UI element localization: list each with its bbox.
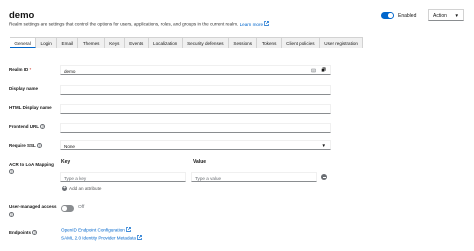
realm-enabled-toggle[interactable]	[381, 12, 394, 19]
description-text: Realm settings are settings that control…	[9, 21, 239, 27]
learn-more-label: Learn more	[239, 21, 264, 27]
acr-value-input[interactable]: Type a value	[191, 172, 317, 182]
acr-key-input[interactable]: Type a key	[60, 172, 186, 182]
action-label: Action	[433, 13, 447, 19]
frontend-url-input[interactable]	[60, 123, 331, 133]
page-description: Realm settings are settings that control…	[9, 21, 269, 27]
tab-user-registration[interactable]: User registration	[319, 37, 364, 48]
tab-email[interactable]: Email	[57, 37, 79, 48]
uma-help-wrapper: ?	[9, 212, 14, 217]
require-ssl-label: Require SSL ?	[9, 143, 42, 148]
tab-localization[interactable]: Localization	[148, 37, 183, 48]
toggle-knob	[388, 13, 393, 18]
user-managed-access-state: Off	[78, 205, 85, 210]
help-icon[interactable]: ?	[32, 230, 38, 235]
frontend-url-label-text: Frontend URL	[9, 124, 39, 129]
tab-login[interactable]: Login	[36, 37, 58, 48]
external-link-icon	[137, 235, 142, 240]
realm-id-value: demo	[64, 68, 76, 74]
openid-endpoint-link[interactable]: OpenID Endpoint Configuration	[61, 227, 131, 233]
learn-more-link[interactable]: Learn more	[239, 21, 270, 27]
tab-themes[interactable]: Themes	[78, 37, 105, 48]
endpoints-label: Endpoints ?	[9, 230, 38, 235]
toggle-knob	[62, 206, 67, 211]
user-managed-access-label: User-managed access	[9, 204, 57, 209]
saml-metadata-label: SAML 2.0 Identity Provider Metadata	[61, 235, 136, 241]
action-dropdown[interactable]: Action ▼	[428, 9, 464, 21]
copy-icon[interactable]	[321, 67, 326, 72]
plus-circle-icon: +	[62, 185, 67, 191]
help-icon[interactable]: ?	[9, 212, 14, 217]
value-placeholder: Type a value	[195, 175, 222, 181]
acr-help-wrapper: ?	[9, 169, 14, 174]
keyboard-icon	[311, 68, 316, 73]
add-attribute-label: Add an attribute	[69, 186, 102, 191]
display-name-input[interactable]	[60, 85, 331, 95]
key-column-header: Key	[61, 159, 71, 165]
value-column-header: Value	[193, 159, 207, 165]
acr-mapping-label: ACR to LoA Mapping	[9, 162, 54, 167]
tab-security-defenses[interactable]: Security defenses	[182, 37, 229, 48]
add-attribute-button[interactable]: + Add an attribute	[62, 186, 101, 191]
endpoints-label-text: Endpoints	[9, 230, 31, 235]
required-marker: *	[29, 67, 32, 72]
page-title: demo	[9, 10, 35, 21]
realm-id-label: Realm ID *	[9, 67, 31, 72]
tab-sessions[interactable]: Sessions	[229, 37, 258, 48]
openid-endpoint-label: OpenID Endpoint Configuration	[61, 227, 125, 233]
frontend-url-label: Frontend URL ?	[9, 124, 46, 129]
chevron-down-icon: ▼	[321, 143, 326, 148]
display-name-label: Display name	[9, 86, 39, 91]
realm-id-input[interactable]: demo	[60, 65, 331, 75]
key-placeholder: Type a key	[64, 175, 87, 181]
html-display-name-label: HTML Display name	[9, 105, 52, 110]
help-icon[interactable]: ?	[36, 143, 42, 148]
saml-metadata-link[interactable]: SAML 2.0 Identity Provider Metadata	[61, 235, 142, 241]
require-ssl-select[interactable]: None ▼	[60, 140, 331, 150]
html-display-name-input[interactable]	[60, 104, 331, 114]
tab-tokens[interactable]: Tokens	[257, 37, 282, 48]
realm-settings-tabs: General Login Email Themes Keys Events L…	[10, 37, 364, 48]
require-ssl-label-text: Require SSL	[9, 143, 36, 148]
help-icon[interactable]: ?	[40, 124, 46, 129]
realm-id-label-text: Realm ID	[9, 67, 29, 72]
external-link-icon	[126, 227, 131, 232]
tab-client-policies[interactable]: Client policies	[281, 37, 320, 48]
enabled-label: Enabled	[398, 13, 417, 19]
page-header: demo Realm settings are settings that co…	[0, 0, 474, 37]
remove-attribute-icon[interactable]	[321, 174, 327, 180]
external-link-icon	[264, 21, 269, 26]
require-ssl-value: None	[64, 143, 75, 149]
help-icon[interactable]: ?	[9, 169, 14, 174]
tab-general[interactable]: General	[10, 37, 37, 48]
tab-keys[interactable]: Keys	[104, 37, 125, 48]
chevron-down-icon: ▼	[454, 13, 459, 18]
user-managed-access-toggle[interactable]	[61, 205, 74, 212]
tab-events[interactable]: Events	[124, 37, 149, 48]
